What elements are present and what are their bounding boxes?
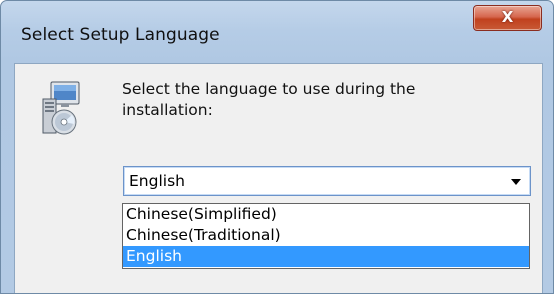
close-icon: X <box>501 8 514 26</box>
language-option-chinese-simplified[interactable]: Chinese(Simplified) <box>123 204 529 225</box>
window-title: Select Setup Language <box>21 25 220 45</box>
setup-installer-icon <box>42 81 80 135</box>
chevron-down-icon[interactable] <box>511 179 521 185</box>
language-select[interactable]: English <box>123 166 531 196</box>
language-select-value: English <box>129 172 185 190</box>
close-button[interactable]: X <box>473 5 542 31</box>
language-option-english[interactable]: English <box>123 246 529 267</box>
language-prompt: Select the language to use during the in… <box>122 80 416 119</box>
title-bar[interactable]: Select Setup Language X <box>1 1 553 63</box>
language-option-chinese-traditional[interactable]: Chinese(Traditional) <box>123 225 529 246</box>
language-dropdown-list: Chinese(Simplified) Chinese(Traditional)… <box>122 203 530 269</box>
setup-language-dialog: Select Setup Language X Select the langu… <box>0 0 554 294</box>
